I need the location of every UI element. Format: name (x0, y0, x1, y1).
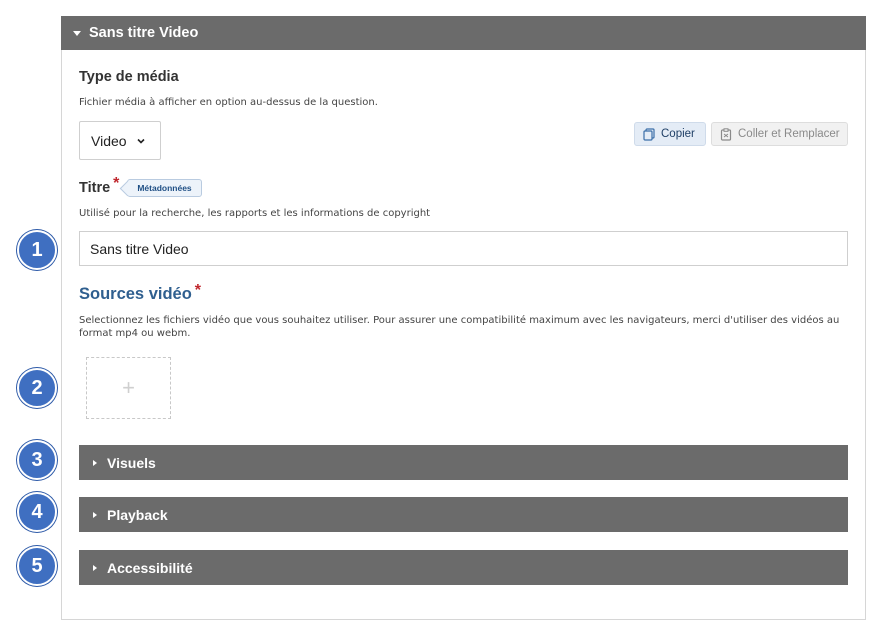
clipboard-icon (720, 127, 732, 141)
title-label-text: Titre (79, 180, 111, 196)
chevron-down-icon (136, 138, 145, 144)
paste-replace-button[interactable]: Coller et Remplacer (711, 122, 848, 146)
panel-title: Sans titre Video (89, 25, 199, 41)
callout-4: 4 (17, 492, 57, 532)
video-sources-label-text: Sources vidéo (79, 285, 192, 303)
group-label: Playback (107, 506, 168, 523)
paste-replace-label: Coller et Remplacer (738, 128, 840, 140)
title-description: Utilisé pour la recherche, les rapports … (79, 208, 431, 219)
group-label: Visuels (107, 454, 156, 471)
caret-right-icon (93, 564, 97, 571)
group-visuels[interactable]: Visuels (79, 445, 848, 480)
title-label: Titre * (79, 175, 119, 197)
copy-button[interactable]: Copier (634, 122, 706, 146)
group-accessibilite[interactable]: Accessibilité (79, 550, 848, 585)
callout-2: 2 (17, 368, 57, 408)
media-type-description: Fichier média à afficher en option au-de… (79, 97, 378, 108)
caret-down-icon (73, 31, 81, 36)
panel-header[interactable]: Sans titre Video (61, 16, 866, 50)
media-type-select[interactable]: Video (79, 121, 161, 160)
title-input[interactable]: Sans titre Video (79, 231, 848, 266)
video-sources-description: Selectionnez les fichiers vidéo que vous… (79, 315, 840, 339)
media-type-label: Type de média (79, 69, 179, 85)
plus-icon: + (122, 375, 135, 400)
callout-5: 5 (17, 546, 57, 586)
required-marker: * (113, 175, 120, 192)
add-video-source-button[interactable]: + (86, 357, 171, 419)
caret-right-icon (93, 459, 97, 466)
caret-right-icon (93, 511, 97, 518)
media-type-selected: Video (91, 132, 127, 149)
title-input-value: Sans titre Video (90, 240, 189, 257)
group-playback[interactable]: Playback (79, 497, 848, 532)
metadata-tag-label: Métadonnées (137, 183, 192, 193)
callout-3: 3 (17, 440, 57, 480)
metadata-tag[interactable]: Métadonnées (127, 179, 202, 197)
video-sources-label: Sources vidéo * (79, 282, 202, 304)
callout-1: 1 (17, 230, 57, 270)
copy-button-label: Copier (661, 128, 695, 140)
required-marker: * (194, 282, 202, 299)
copy-icon (643, 127, 655, 141)
group-label: Accessibilité (107, 559, 193, 576)
